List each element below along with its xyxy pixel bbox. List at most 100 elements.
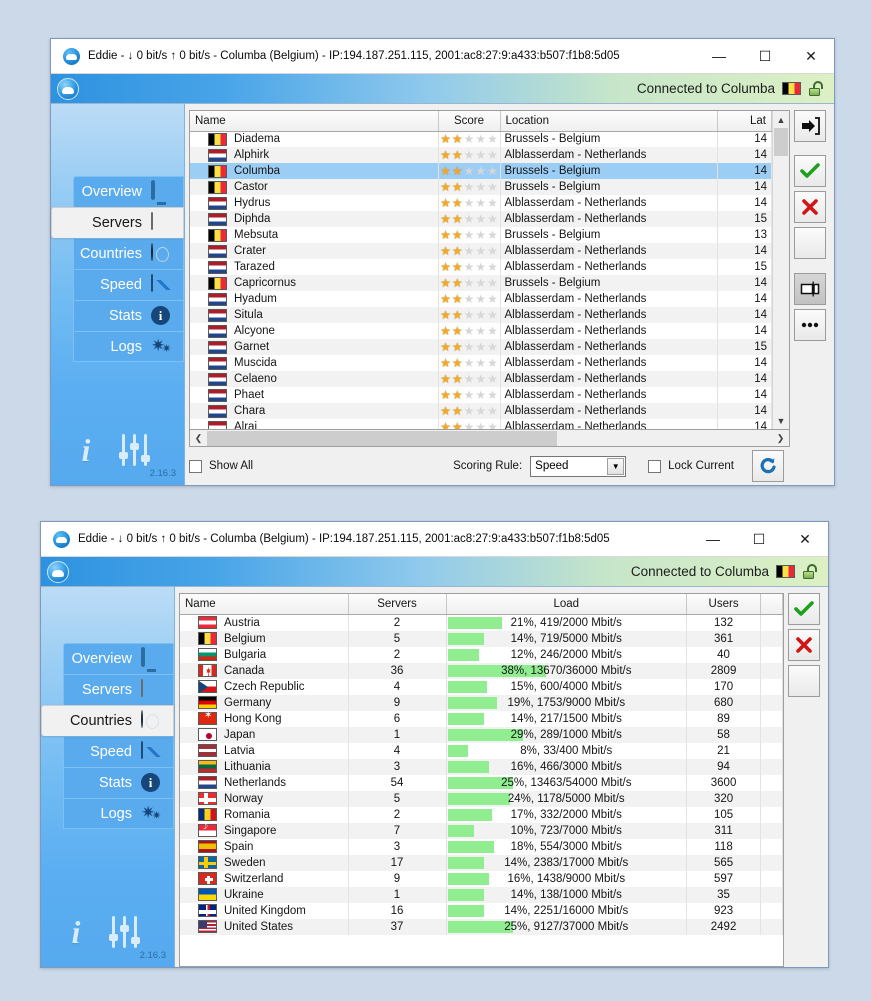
scroll-left-button[interactable]: ❮ <box>190 433 207 444</box>
preferences-sliders-icon[interactable] <box>109 916 143 948</box>
table-row[interactable]: Netherlands 54 25%, 13463/54000 Mbit/s 3600 <box>180 774 784 791</box>
table-row[interactable]: Alcyone ★ ★ ★ ★ ★ Alblasserdam - Netherlands 14 <box>190 323 772 339</box>
sidebar-item-logs[interactable]: Logs <box>73 331 184 362</box>
minimize-button[interactable]: — <box>690 522 736 556</box>
col-header-name[interactable]: Name <box>190 111 439 132</box>
vertical-scrollbar[interactable]: ▲ ▼ <box>772 111 789 429</box>
col-header-lat[interactable]: Lat <box>717 111 772 132</box>
table-row[interactable]: Norway 5 24%, 1178/5000 Mbit/s 320 <box>180 790 784 807</box>
refresh-button[interactable] <box>752 450 784 482</box>
table-row[interactable]: Hyadum ★ ★ ★ ★ ★ Alblasserdam - Netherlands 14 <box>190 291 772 307</box>
table-row[interactable]: Castor ★ ★ ★ ★ ★ Brussels - Belgium 14 <box>190 179 772 195</box>
sidebar-item-overview[interactable]: Overview <box>73 176 184 207</box>
scroll-up-button[interactable]: ▲ <box>773 111 789 128</box>
country-name: Romania <box>224 808 271 821</box>
sidebar-item-stats[interactable]: Stats i <box>73 300 184 331</box>
table-row[interactable]: Chara ★ ★ ★ ★ ★ Alblasserdam - Netherlands 14 <box>190 403 772 419</box>
table-row[interactable]: Tarazed ★ ★ ★ ★ ★ Alblasserdam - Netherlands 15 <box>190 259 772 275</box>
scroll-right-button[interactable]: ❯ <box>772 433 789 444</box>
blank-button[interactable] <box>794 227 826 259</box>
chevron-down-icon[interactable]: ▼ <box>607 457 625 475</box>
table-row[interactable]: Garnet ★ ★ ★ ★ ★ Alblasserdam - Netherlands 15 <box>190 339 772 355</box>
blank-button[interactable] <box>788 665 821 697</box>
connect-button[interactable] <box>794 110 826 142</box>
scroll-track[interactable] <box>773 128 789 412</box>
table-row[interactable]: Belgium 5 14%, 719/5000 Mbit/s 361 <box>180 630 784 647</box>
deny-button[interactable] <box>794 191 826 223</box>
sidebar-item-speed[interactable]: Speed <box>73 269 184 300</box>
table-row[interactable]: Lithuania 3 16%, 466/3000 Mbit/s 94 <box>180 758 784 775</box>
panel-toggle-button[interactable] <box>794 273 826 305</box>
col-header-users[interactable]: Users <box>686 594 762 615</box>
checkbox-box[interactable] <box>189 459 202 473</box>
hscroll-track[interactable] <box>207 430 772 446</box>
maximize-button[interactable]: ☐ <box>736 522 782 556</box>
table-row[interactable]: Mebsuta ★ ★ ★ ★ ★ Brussels - Belgium 13 <box>190 227 772 243</box>
approve-button[interactable] <box>788 593 821 625</box>
sidebar-item-servers[interactable]: Servers <box>63 674 174 705</box>
table-row[interactable]: Japan 1 29%, 289/1000 Mbit/s 58 <box>180 726 784 743</box>
col-header-load[interactable]: Load <box>446 594 688 615</box>
table-row[interactable]: Switzerland 9 16%, 1438/9000 Mbit/s 597 <box>180 870 784 887</box>
table-row[interactable]: Celaeno ★ ★ ★ ★ ★ Alblasserdam - Netherlands 14 <box>190 371 772 387</box>
table-row[interactable]: Bulgaria 2 12%, 246/2000 Mbit/s 40 <box>180 646 784 663</box>
checkbox-box[interactable] <box>648 459 662 473</box>
table-row[interactable]: Capricornus ★ ★ ★ ★ ★ Brussels - Belgium 14 <box>190 275 772 291</box>
load-text: 14%, 138/1000 Mbit/s <box>510 888 622 901</box>
table-row[interactable]: Ukraine 1 14%, 138/1000 Mbit/s 35 <box>180 886 784 903</box>
sidebar-item-overview[interactable]: Overview <box>63 643 174 674</box>
col-header-name[interactable]: Name <box>180 594 349 615</box>
lock-current-checkbox[interactable]: Lock Current <box>648 459 734 473</box>
table-row[interactable]: Alphirk ★ ★ ★ ★ ★ Alblasserdam - Netherlands 14 <box>190 147 772 163</box>
table-row[interactable]: Muscida ★ ★ ★ ★ ★ Alblasserdam - Netherlands 14 <box>190 355 772 371</box>
more-options-button[interactable] <box>794 309 826 341</box>
show-all-checkbox[interactable]: Show All <box>189 459 253 473</box>
preferences-sliders-icon[interactable] <box>119 434 153 466</box>
sidebar-item-countries[interactable]: Countries <box>73 238 184 269</box>
hscroll-thumb[interactable] <box>207 430 558 446</box>
table-row[interactable]: Hong Kong 6 14%, 217/1500 Mbit/s 89 <box>180 710 784 727</box>
scoring-rule-select[interactable]: Speed ▼ <box>530 455 627 477</box>
unlocked-padlock-icon[interactable] <box>802 563 819 580</box>
sidebar-item-countries[interactable]: Countries <box>41 705 174 736</box>
sidebar-item-logs[interactable]: Logs <box>63 798 174 829</box>
scroll-down-button[interactable]: ▼ <box>773 412 789 429</box>
table-row[interactable]: Czech Republic 4 15%, 600/4000 Mbit/s 170 <box>180 678 784 695</box>
table-row[interactable]: Crater ★ ★ ★ ★ ★ Alblasserdam - Netherlands 14 <box>190 243 772 259</box>
approve-button[interactable] <box>794 155 826 187</box>
table-row[interactable]: Germany 9 19%, 1753/9000 Mbit/s 680 <box>180 694 784 711</box>
col-header-servers[interactable]: Servers <box>348 594 447 615</box>
table-row[interactable]: Sweden 17 14%, 2383/17000 Mbit/s 565 <box>180 854 784 871</box>
sidebar-item-stats[interactable]: Stats i <box>63 767 174 798</box>
deny-button[interactable] <box>788 629 821 661</box>
table-row[interactable]: Columba ★ ★ ★ ★ ★ Brussels - Belgium 14 <box>190 163 772 179</box>
table-row[interactable]: Alrai ★ ★ ★ ★ ★ Alblasserdam - Netherlands 14 <box>190 419 772 429</box>
table-row[interactable]: United States 37 25%, 9127/37000 Mbit/s 249… <box>180 918 784 935</box>
unlocked-padlock-icon[interactable] <box>808 80 825 97</box>
table-row[interactable]: Romania 2 17%, 332/2000 Mbit/s 105 <box>180 806 784 823</box>
table-row[interactable]: United Kingdom 16 14%, 2251/16000 Mbit/s 92… <box>180 902 784 919</box>
col-header-score[interactable]: Score <box>438 111 501 132</box>
cell-name: Celaeno <box>190 371 439 387</box>
horizontal-scrollbar[interactable]: ❮ ❯ <box>189 430 790 447</box>
table-row[interactable]: Diadema ★ ★ ★ ★ ★ Brussels - Belgium 14 <box>190 131 772 147</box>
minimize-button[interactable]: — <box>696 39 742 73</box>
maximize-button[interactable]: ☐ <box>742 39 788 73</box>
close-button[interactable]: ✕ <box>788 39 834 73</box>
table-row[interactable]: Austria 2 21%, 419/2000 Mbit/s 132 <box>180 614 784 631</box>
table-row[interactable]: Diphda ★ ★ ★ ★ ★ Alblasserdam - Netherlands 15 <box>190 211 772 227</box>
about-info-icon[interactable]: i <box>82 434 91 466</box>
table-row[interactable]: Hydrus ★ ★ ★ ★ ★ Alblasserdam - Netherlands 14 <box>190 195 772 211</box>
table-row[interactable]: Latvia 4 8%, 33/400 Mbit/s 21 <box>180 742 784 759</box>
about-info-icon[interactable]: i <box>72 916 81 948</box>
sidebar-item-servers[interactable]: Servers <box>51 207 184 238</box>
col-header-location[interactable]: Location <box>500 111 718 132</box>
sidebar-item-speed[interactable]: Speed <box>63 736 174 767</box>
table-row[interactable]: Singapore 7 10%, 723/7000 Mbit/s 311 <box>180 822 784 839</box>
table-row[interactable]: Situla ★ ★ ★ ★ ★ Alblasserdam - Netherlands 14 <box>190 307 772 323</box>
close-button[interactable]: ✕ <box>782 522 828 556</box>
table-row[interactable]: Canada 36 38%, 13670/36000 Mbit/s 2809 <box>180 662 784 679</box>
table-row[interactable]: Phaet ★ ★ ★ ★ ★ Alblasserdam - Netherlands 14 <box>190 387 772 403</box>
scroll-thumb[interactable] <box>774 128 788 156</box>
table-row[interactable]: Spain 3 18%, 554/3000 Mbit/s 118 <box>180 838 784 855</box>
